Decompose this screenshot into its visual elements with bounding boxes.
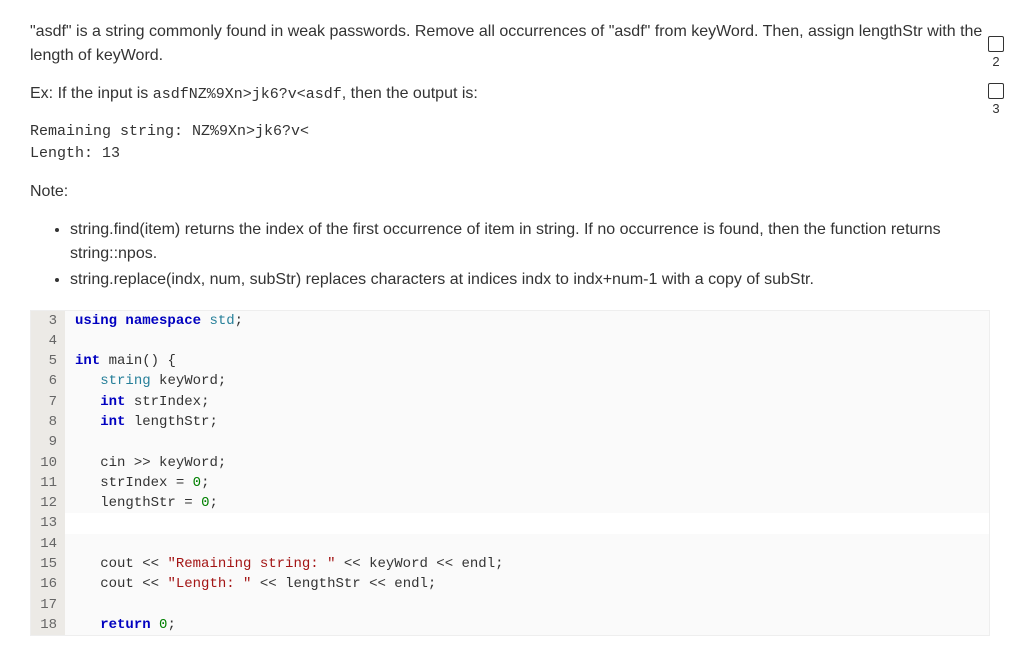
line-number: 3 [31,311,65,331]
line-number: 18 [31,615,65,635]
example-input: asdfNZ%9Xn>jk6?v<asdf [153,86,342,103]
code-line: 12 lengthStr = 0; [31,493,989,513]
checkbox-1[interactable] [988,36,1004,52]
example-suffix: , then the output is: [342,85,478,102]
note-label: Note: [30,180,990,204]
code-line: 16 cout << "Length: " << lengthStr << en… [31,574,989,594]
line-number: 11 [31,473,65,493]
line-number: 8 [31,412,65,432]
code-line: 7 int strIndex; [31,392,989,412]
code-line: 15 cout << "Remaining string: " << keyWo… [31,554,989,574]
line-number: 12 [31,493,65,513]
output-line-2: Length: 13 [30,143,990,166]
code-line: 14 [31,534,989,554]
line-number: 10 [31,453,65,473]
code-content: strIndex = 0; [65,473,989,493]
output-line-1: Remaining string: NZ%9Xn>jk6?v< [30,121,990,144]
example-line: Ex: If the input is asdfNZ%9Xn>jk6?v<asd… [30,82,990,107]
code-line: 3 using namespace std; [31,311,989,331]
code-content: cin >> keyWord; [65,453,989,473]
code-content: cout << "Length: " << lengthStr << endl; [65,574,989,594]
notes-list: string.find(item) returns the index of t… [70,218,990,292]
code-content: using namespace std; [65,311,989,331]
code-line-editable: 13 [31,513,989,533]
line-number: 14 [31,534,65,554]
code-editor[interactable]: 3 using namespace std; 4 5 int main() { … [30,310,990,637]
code-line: 18 return 0; [31,615,989,635]
code-line: 17 [31,595,989,615]
code-content: string keyWord; [65,371,989,391]
line-number: 17 [31,595,65,615]
code-line: 8 int lengthStr; [31,412,989,432]
code-line: 11 strIndex = 0; [31,473,989,493]
code-line: 4 [31,331,989,351]
line-number: 4 [31,331,65,351]
code-content[interactable] [65,513,989,533]
code-line: 10 cin >> keyWord; [31,453,989,473]
line-number: 5 [31,351,65,371]
code-content: cout << "Remaining string: " << keyWord … [65,554,989,574]
line-number: 9 [31,432,65,452]
code-content: int main() { [65,351,989,371]
score-marks: 2 3 [988,36,1004,130]
code-content [65,331,989,351]
code-content [65,432,989,452]
example-prefix: Ex: If the input is [30,85,153,102]
checkbox-2[interactable] [988,83,1004,99]
code-line: 5 int main() { [31,351,989,371]
line-number: 6 [31,371,65,391]
list-item: string.replace(indx, num, subStr) replac… [70,268,990,292]
code-content: return 0; [65,615,989,635]
line-number: 16 [31,574,65,594]
code-content: int lengthStr; [65,412,989,432]
problem-intro: "asdf" is a string commonly found in wea… [30,20,990,68]
line-number: 15 [31,554,65,574]
code-content [65,595,989,615]
line-number: 13 [31,513,65,533]
code-content: int strIndex; [65,392,989,412]
mark-value-1: 2 [992,54,999,69]
code-content [65,534,989,554]
expected-output: Remaining string: NZ%9Xn>jk6?v< Length: … [30,121,990,166]
code-line: 9 [31,432,989,452]
code-line: 6 string keyWord; [31,371,989,391]
code-content: lengthStr = 0; [65,493,989,513]
line-number: 7 [31,392,65,412]
list-item: string.find(item) returns the index of t… [70,218,990,266]
mark-value-2: 3 [992,101,999,116]
